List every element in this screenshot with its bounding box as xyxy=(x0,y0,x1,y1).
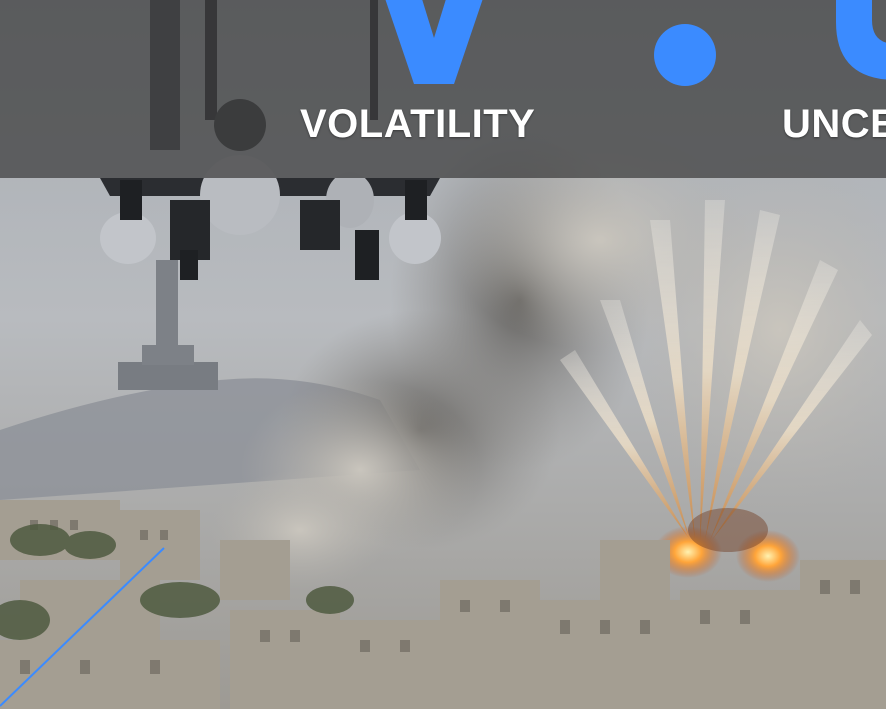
blue-dot xyxy=(654,24,716,86)
photo-stage: VOLATILITY UNCE xyxy=(0,0,886,709)
uncertainty-label: UNCE xyxy=(782,102,886,146)
volatility-label: VOLATILITY xyxy=(300,102,536,146)
large-u-glyph xyxy=(836,0,886,80)
large-v-glyph xyxy=(385,0,483,84)
